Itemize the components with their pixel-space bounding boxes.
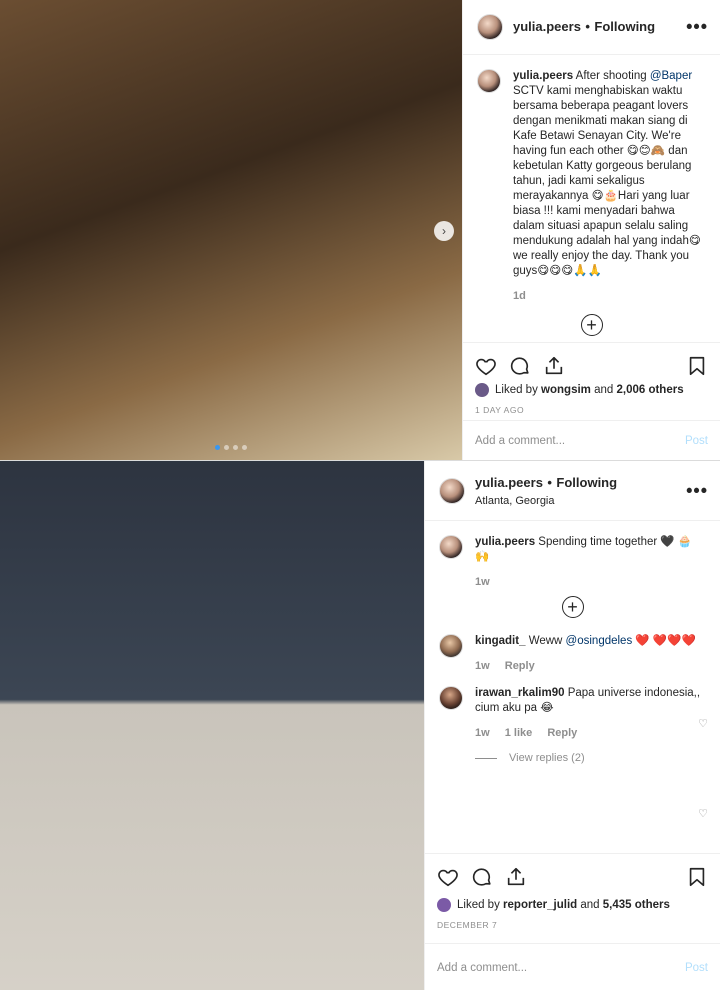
- comment-icon[interactable]: [471, 866, 493, 888]
- liker-avatar: [437, 898, 451, 912]
- add-comment-row: Add a comment... Post: [425, 943, 720, 990]
- comment-meta: 1w 1 like Reply: [475, 726, 706, 741]
- bookmark-icon[interactable]: [686, 355, 708, 377]
- post-date: 1 DAY AGO: [475, 405, 525, 415]
- liked-by-and: and: [594, 384, 614, 396]
- timestamp: 1w: [475, 660, 490, 672]
- post-2: yulia.peers • Following Atlanta, Georgia…: [0, 460, 720, 990]
- comment-meta: 1w Reply: [475, 659, 706, 674]
- caption-text: SCTV kami menghabiskan waktu bersama beb…: [513, 85, 701, 277]
- liked-by-prefix: Liked by: [457, 899, 500, 911]
- comment-text-pre: Weww: [528, 635, 566, 647]
- more-options-icon[interactable]: •••: [686, 17, 708, 38]
- following-button[interactable]: Following: [594, 19, 655, 34]
- likes-summary[interactable]: Liked by reporter_julid and 5,435 others: [437, 898, 708, 912]
- timestamp: 1w: [475, 727, 490, 739]
- view-replies[interactable]: View replies (2): [475, 751, 706, 766]
- likes-summary[interactable]: Liked by wongsim and 2,006 others: [475, 383, 708, 397]
- liked-by-user[interactable]: reporter_julid: [503, 899, 577, 911]
- caption: yulia.peers Spending time together 🖤 🧁🙌 …: [439, 535, 706, 590]
- add-comment-input[interactable]: Add a comment...: [437, 962, 685, 974]
- separator-dot: •: [585, 19, 590, 35]
- post-1: › yulia.peers • Following ••• yulia.peer…: [0, 0, 720, 460]
- post-1-header: yulia.peers • Following •••: [463, 0, 720, 55]
- liker-avatar: [475, 383, 489, 397]
- avatar[interactable]: [439, 634, 463, 658]
- liked-by-prefix: Liked by: [495, 384, 538, 396]
- more-options-icon[interactable]: •••: [686, 480, 708, 501]
- comment-mention[interactable]: @osingdeles: [566, 635, 633, 647]
- reply-button[interactable]: Reply: [547, 727, 577, 739]
- caption-time: 1w: [475, 575, 706, 590]
- post-button[interactable]: Post: [685, 962, 708, 974]
- separator-dot: •: [547, 475, 552, 491]
- replies-divider: [475, 758, 497, 759]
- avatar[interactable]: [477, 14, 503, 40]
- liked-by-and: and: [580, 899, 600, 911]
- avatar[interactable]: [439, 535, 463, 559]
- comment-icon[interactable]: [509, 355, 531, 377]
- comment-text-post: ❤️ ❤️❤️❤️: [632, 635, 696, 647]
- post-1-panel: yulia.peers • Following ••• yulia.peers …: [462, 0, 720, 460]
- heart-icon[interactable]: [437, 866, 459, 888]
- share-icon[interactable]: [505, 866, 527, 888]
- next-arrow-icon[interactable]: ›: [434, 221, 454, 241]
- caption-text-pre: After shooting: [575, 70, 650, 82]
- caption-time: 1d: [513, 289, 706, 304]
- avatar[interactable]: [439, 686, 463, 710]
- liked-by-count[interactable]: 5,435 others: [603, 899, 670, 911]
- post-button[interactable]: Post: [685, 435, 708, 447]
- reply-button[interactable]: Reply: [505, 660, 535, 672]
- caption-mention[interactable]: @Baper: [650, 70, 692, 82]
- comment-username[interactable]: kingadit_: [475, 635, 525, 647]
- caption-username[interactable]: yulia.peers: [475, 536, 535, 548]
- username-link[interactable]: yulia.peers: [475, 475, 543, 490]
- comment-like-heart-icon[interactable]: ♡: [698, 807, 708, 820]
- view-replies-link[interactable]: View replies (2): [509, 751, 585, 766]
- timestamp: 1d: [513, 290, 526, 302]
- comments-area[interactable]: yulia.peers After shooting @Baper SCTV k…: [463, 55, 720, 336]
- plus-circle-icon[interactable]: +: [580, 314, 603, 336]
- carousel-dots: [215, 445, 247, 450]
- caption-username[interactable]: yulia.peers: [513, 70, 573, 82]
- timestamp: 1w: [475, 576, 490, 588]
- liked-by-user[interactable]: wongsim: [541, 384, 591, 396]
- comment-like-count[interactable]: 1 like: [505, 727, 533, 739]
- add-comment-row: Add a comment... Post: [463, 420, 720, 460]
- liked-by-count[interactable]: 2,006 others: [616, 384, 683, 396]
- comment-item: irawan_rkalim90 Papa universe indonesia,…: [439, 686, 708, 820]
- username-link[interactable]: yulia.peers: [513, 19, 581, 34]
- add-comment-input[interactable]: Add a comment...: [475, 435, 685, 447]
- comment-username[interactable]: irawan_rkalim90: [475, 687, 565, 699]
- bookmark-icon[interactable]: [686, 866, 708, 888]
- comments-area[interactable]: yulia.peers Spending time together 🖤 🧁🙌 …: [425, 521, 720, 820]
- post-2-panel: yulia.peers • Following Atlanta, Georgia…: [424, 461, 720, 990]
- heart-icon[interactable]: [475, 355, 497, 377]
- comment-item: kingadit_ Weww @osingdeles ❤️ ❤️❤️❤️ 1w …: [439, 634, 708, 730]
- post-2-photo[interactable]: [0, 461, 424, 990]
- avatar[interactable]: [439, 477, 465, 504]
- comment-like-heart-icon[interactable]: ♡: [698, 717, 708, 730]
- plus-circle-icon[interactable]: +: [561, 596, 584, 618]
- post-2-actions: Liked by reporter_julid and 5,435 others…: [425, 853, 720, 930]
- location-link[interactable]: Atlanta, Georgia: [475, 495, 617, 508]
- following-button[interactable]: Following: [556, 475, 617, 490]
- post-1-photo[interactable]: ›: [0, 0, 462, 460]
- post-2-header: yulia.peers • Following Atlanta, Georgia…: [425, 461, 720, 521]
- share-icon[interactable]: [543, 355, 565, 377]
- post-1-actions: Liked by wongsim and 2,006 others 1 DAY …: [463, 342, 720, 415]
- avatar[interactable]: [477, 69, 501, 93]
- post-date: DECEMBER 7: [437, 920, 498, 930]
- caption: yulia.peers After shooting @Baper SCTV k…: [477, 69, 706, 304]
